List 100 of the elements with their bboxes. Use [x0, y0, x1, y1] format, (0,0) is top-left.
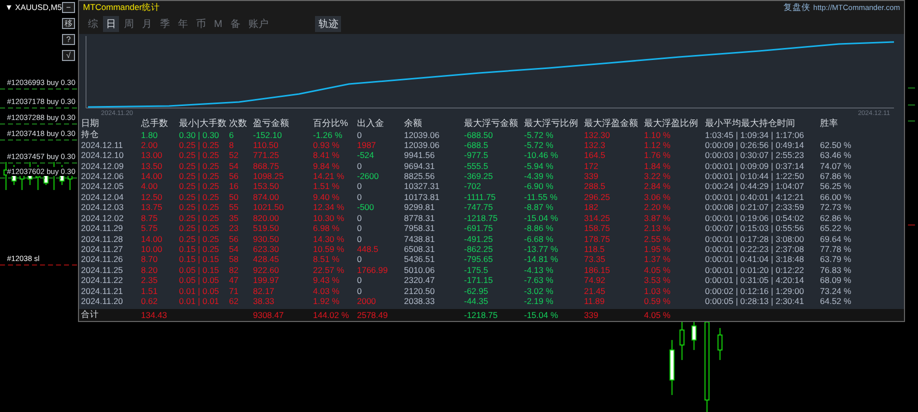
table-cell-text: -10.46 %	[523, 150, 560, 160]
table-cell-text: 52	[228, 150, 240, 160]
table-cell-text: 2024.11.21	[80, 286, 124, 296]
table-cell-text: -691.75	[463, 223, 494, 234]
period-tab[interactable]: 综	[85, 16, 101, 32]
column-header: 总手数	[140, 117, 169, 130]
table-cell-text: 10.30 %	[312, 212, 346, 223]
table-cell-text: 0.62	[140, 296, 159, 306]
table-cell-text: 54	[228, 244, 240, 254]
table-cell-text: 8.75	[140, 212, 159, 223]
table-cell-text: 0.25 | 0.25	[178, 181, 220, 192]
table-cell-text: 16	[228, 181, 240, 192]
table-cell-text: 0.05 | 0.15	[178, 264, 220, 275]
table-cell-text: -3.02 %	[523, 286, 554, 296]
table-cell-text: 10.59 %	[312, 244, 346, 254]
table-cell-text: 1021.50	[252, 202, 285, 212]
table-cell-text: -555.5	[463, 160, 490, 171]
table-cell-text: 67.86 %	[819, 170, 852, 181]
tool-button[interactable]: √	[62, 50, 75, 61]
table-cell-text: 14.30 %	[312, 234, 346, 244]
table-cell-text: 0:00:02 | 0:12:16 | 1:29:00	[704, 286, 805, 296]
period-tab[interactable]: 币	[193, 16, 209, 32]
table-cell-text: -6.90 %	[523, 181, 554, 192]
period-tab[interactable]: 季	[157, 16, 173, 32]
tool-button[interactable]: −	[62, 2, 75, 13]
table-cell-text: 12039.06	[403, 130, 440, 140]
table-cell-text: 874.00	[252, 192, 280, 202]
table-cell-text: 5010.06	[403, 264, 436, 275]
table-cell-text: 771.25	[252, 150, 280, 160]
table-cell-text: -152.10	[252, 130, 283, 140]
table-cell-text: 0	[356, 181, 363, 192]
table-cell-text: 0:00:08 | 0:21:07 | 2:33:59	[704, 202, 805, 212]
table-cell-text: 199.97	[252, 275, 280, 286]
table-cell-text: 47	[228, 275, 240, 286]
table-cell-text: 339	[583, 170, 600, 181]
table-cell-text: 314.25	[583, 212, 611, 223]
table-cell-text: 2024.12.04	[80, 192, 125, 202]
table-cell-text: 62.50 %	[819, 140, 852, 150]
table-cell-text: 7438.81	[403, 234, 436, 244]
column-header: 次数	[228, 117, 248, 130]
table-cell-text: 0:00:01 | 0:10:44 | 1:22:50	[704, 170, 805, 181]
period-tab[interactable]: M	[211, 18, 226, 30]
table-cell-text: 64.52 %	[819, 296, 852, 306]
table-cell-text: 4.05 %	[643, 310, 672, 320]
table-cell-text: 0.01 | 0.01	[178, 296, 220, 306]
table-cell-text: 12.34 %	[312, 202, 346, 212]
period-tab[interactable]: 日	[103, 16, 119, 32]
table-cell-text: 2.35	[140, 275, 159, 286]
table-cell-text: 69.64 %	[819, 234, 852, 244]
table-cell-text: 0	[356, 192, 363, 202]
period-tab[interactable]: 账户	[245, 16, 272, 32]
period-tab[interactable]: 年	[175, 16, 191, 32]
table-cell-text: 14.00	[140, 170, 164, 181]
table-cell-text: 9.84 %	[312, 160, 340, 171]
table-cell-text: 21.45	[583, 286, 606, 296]
tool-button[interactable]: ?	[62, 34, 75, 45]
table-cell-text: 0.25 | 0.25	[178, 140, 220, 150]
table-cell-text: 9.40 %	[312, 192, 340, 202]
table-cell-text: 623.30	[252, 244, 280, 254]
table-cell-text: 2038.33	[403, 296, 436, 306]
period-tab[interactable]: 周	[121, 16, 137, 32]
table-cell-text: 2.00	[140, 140, 159, 150]
table-cell-text: 0:00:07 | 0:15:03 | 0:55:56	[704, 223, 805, 234]
table-cell-text: 74.07 %	[819, 160, 852, 171]
table-cell-text: 178.75	[583, 234, 611, 244]
period-tab[interactable]: 月	[139, 16, 155, 32]
table-cell-text: 2120.50	[403, 286, 436, 296]
table-cell-text: 6508.31	[403, 244, 436, 254]
column-header: 日期	[80, 117, 100, 130]
period-tab[interactable]: 备	[227, 16, 244, 32]
table-cell-text: 54	[228, 160, 240, 171]
tool-button[interactable]: 移	[62, 18, 75, 29]
table-cell-text: 55	[228, 202, 240, 212]
table-cell-text: -369.25	[463, 170, 494, 181]
table-cell-text: 4.00	[140, 181, 159, 192]
column-header: 余额	[403, 117, 423, 130]
symbol-label: ▼ XAUUSD,M5	[5, 3, 62, 12]
table-cell-text: 71	[228, 286, 240, 296]
table-cell-text: 73.35	[583, 254, 606, 264]
table-cell-text: 868.75	[252, 160, 280, 171]
table-cell-text: 23	[228, 223, 240, 234]
table-cell-text: 56	[228, 234, 240, 244]
table-cell-text: 62	[228, 296, 240, 306]
table-cell-text: 2024.12.05	[80, 181, 125, 192]
table-cell-text: -491.25	[463, 234, 494, 244]
table-cell-text: -15.04 %	[523, 310, 560, 320]
column-header: 出入金	[356, 117, 385, 130]
track-tab[interactable]: 轨迹	[315, 16, 342, 32]
table-cell-text: 76.83 %	[819, 264, 852, 275]
column-header: 胜率	[819, 117, 839, 130]
table-cell-text: -977.5	[463, 150, 490, 160]
table-cell-text: -5.72 %	[523, 140, 554, 150]
table-cell-text: 63.46 %	[819, 150, 852, 160]
table-cell-text: 8825.56	[403, 170, 436, 181]
table-cell-text: 9694.31	[403, 160, 436, 171]
table-cell-text: 13.50	[140, 160, 164, 171]
table-cell-text: -500	[356, 202, 376, 212]
table-cell-text: 3.53 %	[643, 275, 672, 286]
table-cell-text: 2.55 %	[643, 234, 672, 244]
table-cell-text: 2024.12.06	[80, 170, 125, 181]
